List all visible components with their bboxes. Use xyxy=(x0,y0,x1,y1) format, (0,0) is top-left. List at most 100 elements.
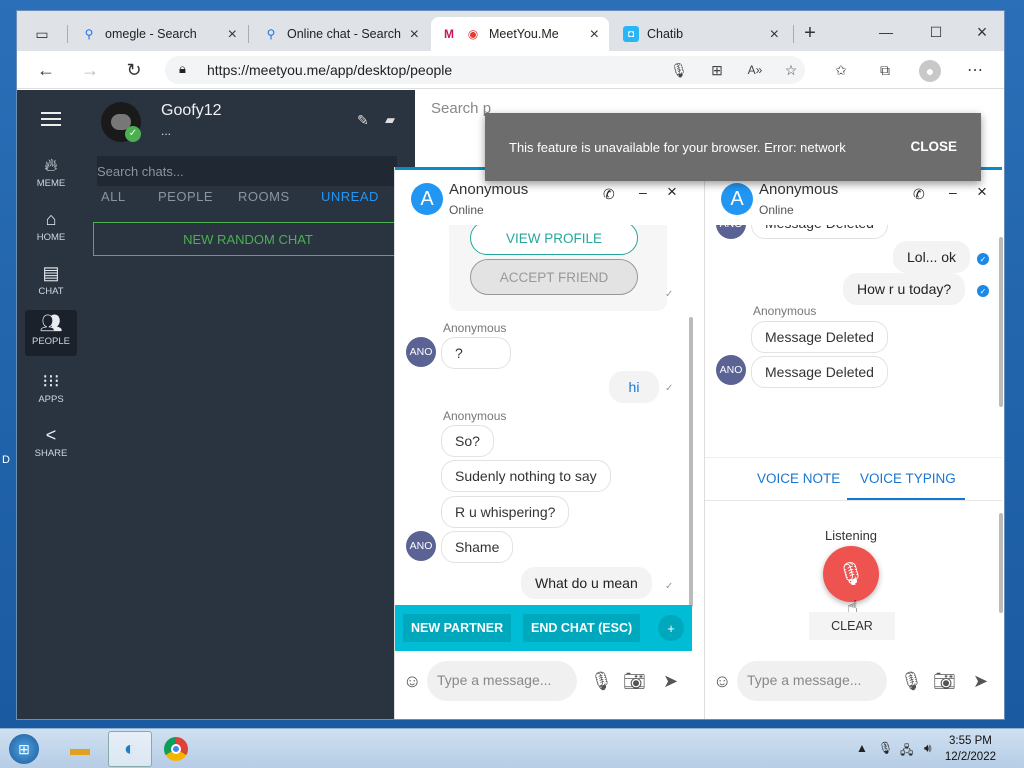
close-icon[interactable]: × xyxy=(590,26,599,44)
chatib-icon: ◘ xyxy=(623,26,639,42)
microphone-icon: 🎙︎ xyxy=(837,561,865,586)
rail-item-people[interactable]: 👥︎ PEOPLE xyxy=(25,310,77,356)
message-input[interactable]: Type a message... xyxy=(427,661,577,701)
microphone-icon[interactable]: 🎙︎ xyxy=(590,671,613,692)
tab-label: Chatib xyxy=(647,27,684,41)
end-chat-button[interactable]: END CHAT (ESC) xyxy=(523,614,641,642)
window-close-button[interactable]: × xyxy=(971,21,993,43)
minimize-chat-icon[interactable]: – xyxy=(949,184,957,200)
close-chat-icon[interactable]: × xyxy=(667,182,677,202)
scrollbar[interactable] xyxy=(999,513,1003,613)
new-random-chat-button[interactable]: NEW RANDOM CHAT xyxy=(93,222,403,256)
taskbar: ⊞ ▬ ◐ ▲ 🎙︎ 🖧︎ 🔊︎ 3:55 PM 12/2/2022 xyxy=(0,728,1024,768)
forward-button[interactable]: → xyxy=(79,59,101,81)
message-bubble: hi xyxy=(609,371,659,403)
volume-icon[interactable]: 🔊︎ xyxy=(924,741,932,756)
emoji-icon[interactable]: ☺ xyxy=(713,671,731,692)
close-icon[interactable]: × xyxy=(770,26,779,44)
apps-grid-icon[interactable]: ⊞ xyxy=(707,60,727,80)
camera-icon[interactable]: 📷︎ xyxy=(933,671,956,692)
accept-friend-button[interactable]: ACCEPT FRIEND xyxy=(470,259,638,295)
file-explorer-button[interactable]: ▬ xyxy=(58,731,102,767)
new-tab-button[interactable]: + xyxy=(799,22,821,44)
rail-item-apps[interactable]: ⁝⁝⁝ APPS xyxy=(25,368,77,414)
send-icon[interactable]: ➤ xyxy=(973,671,988,692)
message-bubble: R u whispering? xyxy=(441,496,570,528)
avatar[interactable]: ✓ xyxy=(101,102,141,142)
microphone-icon[interactable]: 🎙︎ xyxy=(900,671,923,692)
rail-label: MEME xyxy=(36,178,66,189)
favorites-icon[interactable]: ✩ xyxy=(831,60,851,80)
avatar[interactable]: A xyxy=(411,183,443,215)
collections-icon[interactable]: ⧉ xyxy=(875,60,895,80)
back-button[interactable]: ← xyxy=(35,59,57,81)
close-icon[interactable]: × xyxy=(410,26,419,44)
message-sender: Anonymous xyxy=(443,409,507,423)
emoji-icon[interactable]: ☺ xyxy=(403,671,421,692)
tab-chatib[interactable]: ◘ Chatib × xyxy=(613,17,789,51)
read-check-icon: ✓ xyxy=(665,383,674,394)
message-bubble: Sudenly nothing to say xyxy=(441,460,611,492)
tab-voice-typing[interactable]: VOICE TYPING xyxy=(860,471,956,486)
new-message-icon[interactable]: ▰ xyxy=(385,112,395,128)
nav-rail: 🔥︎ MEME ⌂ HOME ▤ CHAT 👥︎ PEOPLE ⁝⁝⁝ APPS… xyxy=(17,90,85,719)
filter-people[interactable]: PEOPLE xyxy=(158,189,213,204)
refresh-button[interactable]: ↻ xyxy=(123,59,145,81)
tab-voice-note[interactable]: VOICE NOTE xyxy=(757,471,840,486)
microphone-tray-icon[interactable]: 🎙︎ xyxy=(878,741,893,755)
toast-close-button[interactable]: CLOSE xyxy=(910,139,957,154)
tab-meetyou[interactable]: M ◉ MeetYou.Me × xyxy=(431,17,609,51)
rail-item-home[interactable]: ⌂ HOME xyxy=(25,206,77,252)
read-aloud-icon[interactable]: A» xyxy=(745,60,765,80)
edit-pencil-icon[interactable]: ✎ xyxy=(357,112,369,129)
avatar: ANO xyxy=(406,337,436,367)
profile-avatar[interactable]: ● xyxy=(919,60,941,82)
hamburger-menu-icon[interactable] xyxy=(41,112,61,126)
clear-button[interactable]: CLEAR xyxy=(809,612,895,640)
start-button[interactable]: ⊞ xyxy=(4,731,44,767)
tab-actions-icon[interactable]: ▭ xyxy=(31,23,53,45)
system-clock[interactable]: 3:55 PM 12/2/2022 xyxy=(945,733,996,765)
filter-all[interactable]: ALL xyxy=(101,189,126,204)
rail-item-chat[interactable]: ▤ CHAT xyxy=(25,260,77,306)
tab-omegle-search[interactable]: ⚲ omegle - Search × xyxy=(71,17,247,51)
online-check-icon: ✓ xyxy=(125,126,141,142)
tab-online-chat-search[interactable]: ⚲ Online chat - Search × xyxy=(253,17,429,51)
more-menu-icon[interactable]: ⋯ xyxy=(965,60,985,80)
rail-item-share[interactable]: < SHARE xyxy=(25,422,77,468)
edge-taskbar-button[interactable]: ◐ xyxy=(108,731,152,767)
windows-logo-icon: ⊞ xyxy=(9,734,39,764)
filter-rooms[interactable]: ROOMS xyxy=(238,189,290,204)
avatar[interactable]: A xyxy=(721,183,753,215)
phone-icon[interactable]: ✆ xyxy=(603,186,615,203)
add-favorite-icon[interactable]: ☆ xyxy=(781,60,801,80)
scrollbar[interactable] xyxy=(999,237,1003,407)
partner-status: Online xyxy=(449,203,484,217)
edge-icon: ◐ xyxy=(123,737,137,760)
show-hidden-icons[interactable]: ▲ xyxy=(856,741,868,755)
new-partner-button[interactable]: NEW PARTNER xyxy=(403,614,512,642)
rail-item-meme[interactable]: 🔥︎ MEME xyxy=(25,152,77,198)
close-icon[interactable]: × xyxy=(228,26,237,44)
minimize-chat-icon[interactable]: – xyxy=(639,184,647,200)
close-chat-icon[interactable]: × xyxy=(977,182,987,202)
tab-label: MeetYou.Me xyxy=(489,27,559,41)
chrome-taskbar-button[interactable] xyxy=(154,731,198,767)
minimize-button[interactable]: — xyxy=(875,21,897,43)
message-input[interactable]: Type a message... xyxy=(737,661,887,701)
send-icon[interactable]: ➤ xyxy=(663,671,678,692)
camera-icon[interactable]: 📷︎ xyxy=(623,671,646,692)
toast-message: This feature is unavailable for your bro… xyxy=(509,139,846,155)
message-sender: Anonymous xyxy=(443,321,507,335)
people-search-input[interactable]: Search p xyxy=(431,100,491,117)
voice-mic-button[interactable]: 🎙︎ xyxy=(823,546,879,602)
scrollbar[interactable] xyxy=(689,317,693,607)
read-aloud-mic-icon[interactable]: 🎙︎ xyxy=(669,60,689,80)
chat-search-input[interactable]: Search chats... xyxy=(97,156,397,186)
phone-icon[interactable]: ✆ xyxy=(913,186,925,203)
view-profile-button[interactable]: VIEW PROFILE xyxy=(470,225,638,255)
filter-unread[interactable]: UNREAD xyxy=(321,189,379,204)
network-icon[interactable]: 🖧︎ xyxy=(900,741,913,762)
add-friend-icon[interactable]: + xyxy=(658,615,684,641)
maximize-button[interactable]: ☐ xyxy=(925,21,947,43)
